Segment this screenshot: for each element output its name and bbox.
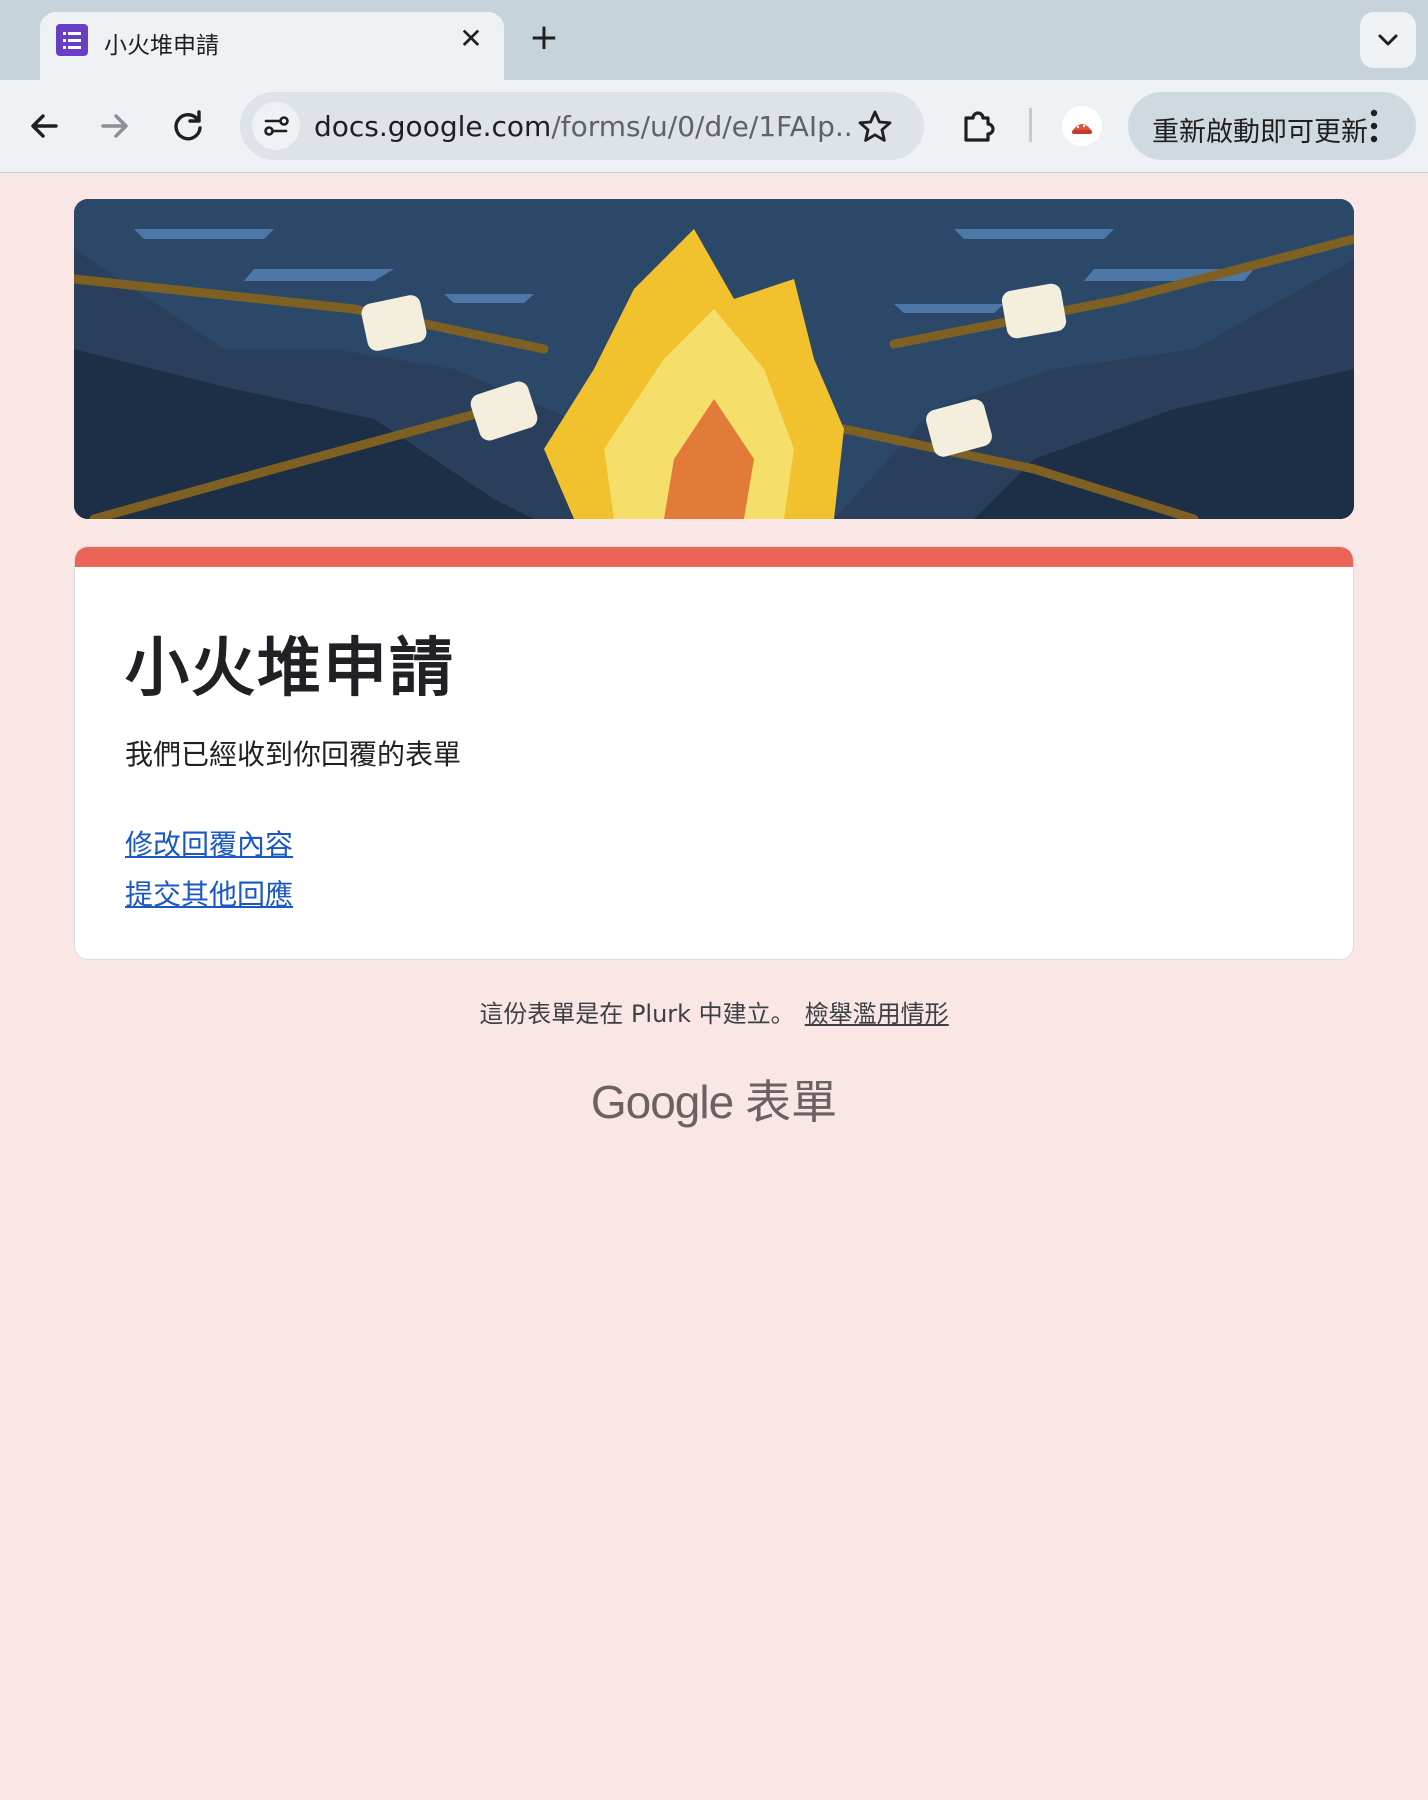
edit-response-link[interactable]: 修改回覆內容 — [125, 823, 293, 863]
form-title: 小火堆申請 — [125, 632, 455, 706]
url-text[interactable]: docs.google.com/forms/u/0/d/e/1FAIp... — [314, 110, 854, 143]
header-banner-image — [74, 199, 1354, 519]
close-icon[interactable]: ✕ — [452, 20, 490, 58]
site-info-button[interactable] — [252, 102, 300, 150]
update-label: 重新啟動即可更新 — [1152, 117, 1368, 148]
plus-icon[interactable]: + — [524, 18, 564, 58]
star-icon[interactable] — [854, 106, 896, 148]
submit-another-response-link[interactable]: 提交其他回應 — [125, 873, 293, 913]
browser-toolbar: docs.google.com/forms/u/0/d/e/1FAIp... 重… — [0, 80, 1428, 173]
tab-search-button[interactable] — [1360, 12, 1416, 68]
toolbar-divider — [1029, 108, 1032, 142]
tab-strip: 小火堆申請 ✕ + — [0, 0, 1428, 80]
browser-tab[interactable]: 小火堆申請 ✕ — [40, 12, 504, 80]
footer-created-text: 這份表單是在 Plurk 中建立。 — [479, 1000, 795, 1028]
report-abuse-link[interactable]: 檢舉濫用情形 — [805, 1000, 949, 1028]
confirmation-message: 我們已經收到你回覆的表單 — [125, 738, 462, 771]
tab-title: 小火堆申請 — [104, 33, 219, 59]
site-info-icon — [264, 116, 289, 136]
address-bar[interactable]: docs.google.com/forms/u/0/d/e/1FAIp... — [240, 92, 924, 160]
google-forms-logo[interactable]: Google 表單 — [0, 1066, 1428, 1132]
profile-avatar-image — [1072, 124, 1092, 134]
confirmation-card: 小火堆申請 我們已經收到你回覆的表單 修改回覆內容 提交其他回應 — [74, 546, 1354, 960]
more-vert-icon[interactable] — [1368, 108, 1380, 144]
forward-arrow-icon[interactable] — [91, 102, 139, 150]
profile-avatar[interactable] — [1062, 106, 1102, 146]
reload-icon[interactable] — [164, 102, 212, 150]
back-arrow-icon[interactable] — [20, 102, 68, 150]
brand-google: Google — [590, 1076, 734, 1128]
brand-product: 表單 — [745, 1075, 838, 1129]
footer-disclaimer: 這份表單是在 Plurk 中建立。 檢舉濫用情形 — [0, 994, 1428, 1029]
chevron-down-icon — [1378, 34, 1398, 46]
forms-icon — [56, 24, 88, 56]
update-button[interactable]: 重新啟動即可更新 — [1128, 92, 1416, 160]
extensions-icon[interactable] — [954, 102, 1002, 150]
card-accent-bar — [75, 547, 1353, 567]
